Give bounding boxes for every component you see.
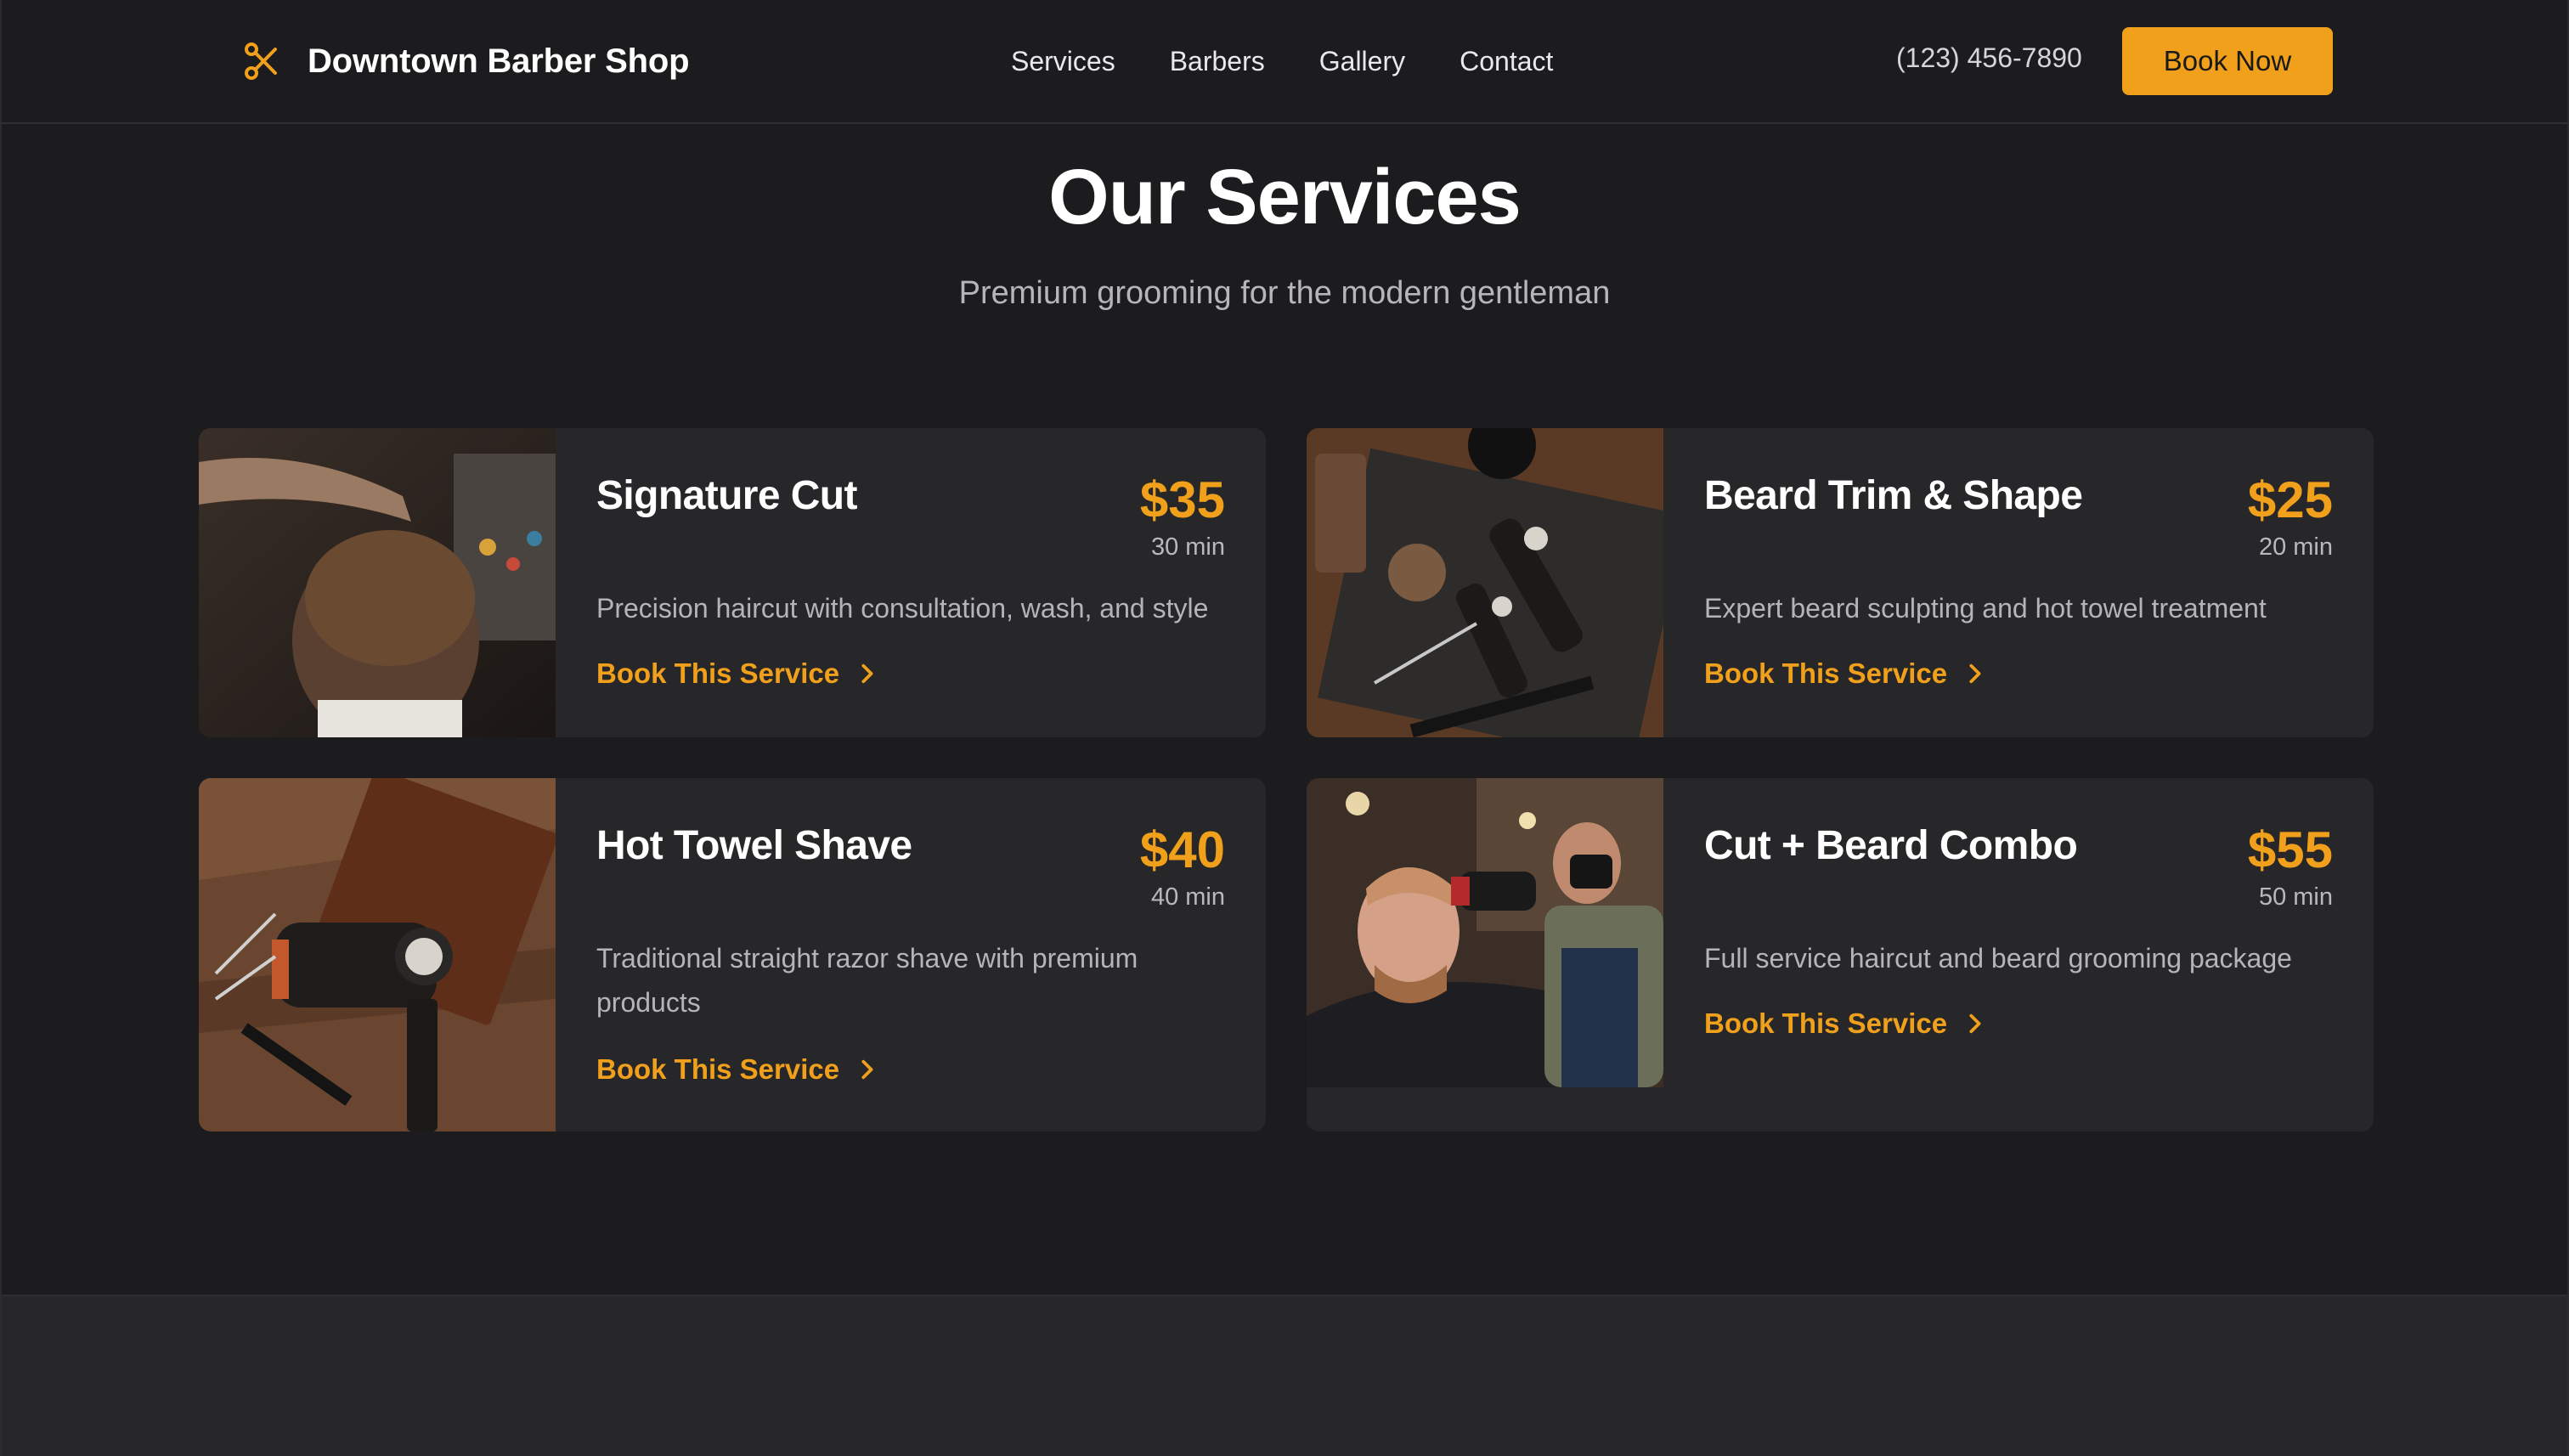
book-service-label: Book This Service — [596, 1053, 840, 1085]
nav-barbers[interactable]: Barbers — [1170, 46, 1265, 77]
service-name: Beard Trim & Shape — [1704, 473, 2083, 518]
main-nav: Services Barbers Gallery Contact — [1011, 39, 1553, 83]
chevron-right-icon — [1969, 1013, 1981, 1034]
page-title: Our Services — [1048, 154, 1522, 240]
scissors-icon — [245, 42, 277, 80]
book-service-label: Book This Service — [1704, 657, 1948, 689]
book-now-button[interactable]: Book Now — [2122, 27, 2333, 95]
brand-logo[interactable]: Downtown Barber Shop — [241, 37, 690, 85]
service-duration: 40 min — [1150, 883, 1225, 911]
service-duration: 50 min — [2258, 883, 2333, 911]
hair-dryer-photo — [199, 778, 556, 1132]
page: Downtown Barber Shop Services Barbers Ga… — [0, 0, 2569, 1456]
book-service-link[interactable]: Book This Service — [596, 657, 875, 690]
service-duration: 30 min — [1150, 533, 1225, 561]
service-name: Cut + Beard Combo — [1704, 823, 2078, 868]
service-card-body: Cut + Beard Combo $55 50 min Full servic… — [1663, 778, 2374, 1132]
service-name: Hot Towel Shave — [596, 823, 912, 868]
brand-name: Downtown Barber Shop — [308, 42, 690, 80]
service-card-body: Beard Trim & Shape $25 20 min Expert bea… — [1663, 428, 2374, 737]
service-card-body: Signature Cut $35 30 min Precision hairc… — [556, 428, 1266, 737]
nav-contact[interactable]: Contact — [1460, 46, 1553, 77]
service-card-signature-cut: Signature Cut $35 30 min Precision hairc… — [199, 428, 1266, 737]
service-price: $25 — [2247, 471, 2333, 528]
chevron-right-icon — [861, 663, 873, 684]
service-card-body: Hot Towel Shave $40 40 min Traditional s… — [556, 778, 1266, 1132]
chevron-right-icon — [861, 1059, 873, 1080]
service-price: $40 — [1139, 821, 1225, 878]
service-description: Full service haircut and beard grooming … — [1704, 943, 2292, 973]
book-service-label: Book This Service — [596, 657, 840, 689]
nav-services[interactable]: Services — [1011, 46, 1115, 77]
service-card-combo: Cut + Beard Combo $55 50 min Full servic… — [1307, 778, 2374, 1132]
haircut-photo — [199, 428, 556, 737]
barber-at-work-photo — [1307, 778, 1663, 1087]
nav-gallery[interactable]: Gallery — [1319, 46, 1405, 77]
service-card-beard-trim: Beard Trim & Shape $25 20 min Expert bea… — [1307, 428, 2374, 737]
service-description: Traditional straight razor shave with pr… — [596, 943, 1138, 1018]
phone-number[interactable]: (123) 456-7890 — [1896, 42, 2082, 74]
service-description: Precision haircut with consultation, was… — [596, 593, 1209, 624]
site-header: Downtown Barber Shop Services Barbers Ga… — [2, 0, 2567, 124]
service-card-hot-towel-shave: Hot Towel Shave $40 40 min Traditional s… — [199, 778, 1266, 1132]
barber-tools-photo — [1307, 428, 1663, 737]
book-service-label: Book This Service — [1704, 1007, 1948, 1039]
service-duration: 20 min — [2258, 533, 2333, 561]
service-name: Signature Cut — [596, 473, 857, 518]
service-price: $55 — [2247, 821, 2333, 878]
service-description: Expert beard sculpting and hot towel tre… — [1704, 593, 2267, 624]
book-service-link[interactable]: Book This Service — [596, 1053, 875, 1086]
page-subtitle: Premium grooming for the modern gentlema… — [958, 275, 1611, 311]
chevron-right-icon — [1969, 663, 1981, 684]
book-service-link[interactable]: Book This Service — [1704, 1007, 1983, 1040]
book-service-link[interactable]: Book This Service — [1704, 657, 1983, 690]
footer-section — [2, 1295, 2567, 1456]
service-price: $35 — [1139, 471, 1225, 528]
